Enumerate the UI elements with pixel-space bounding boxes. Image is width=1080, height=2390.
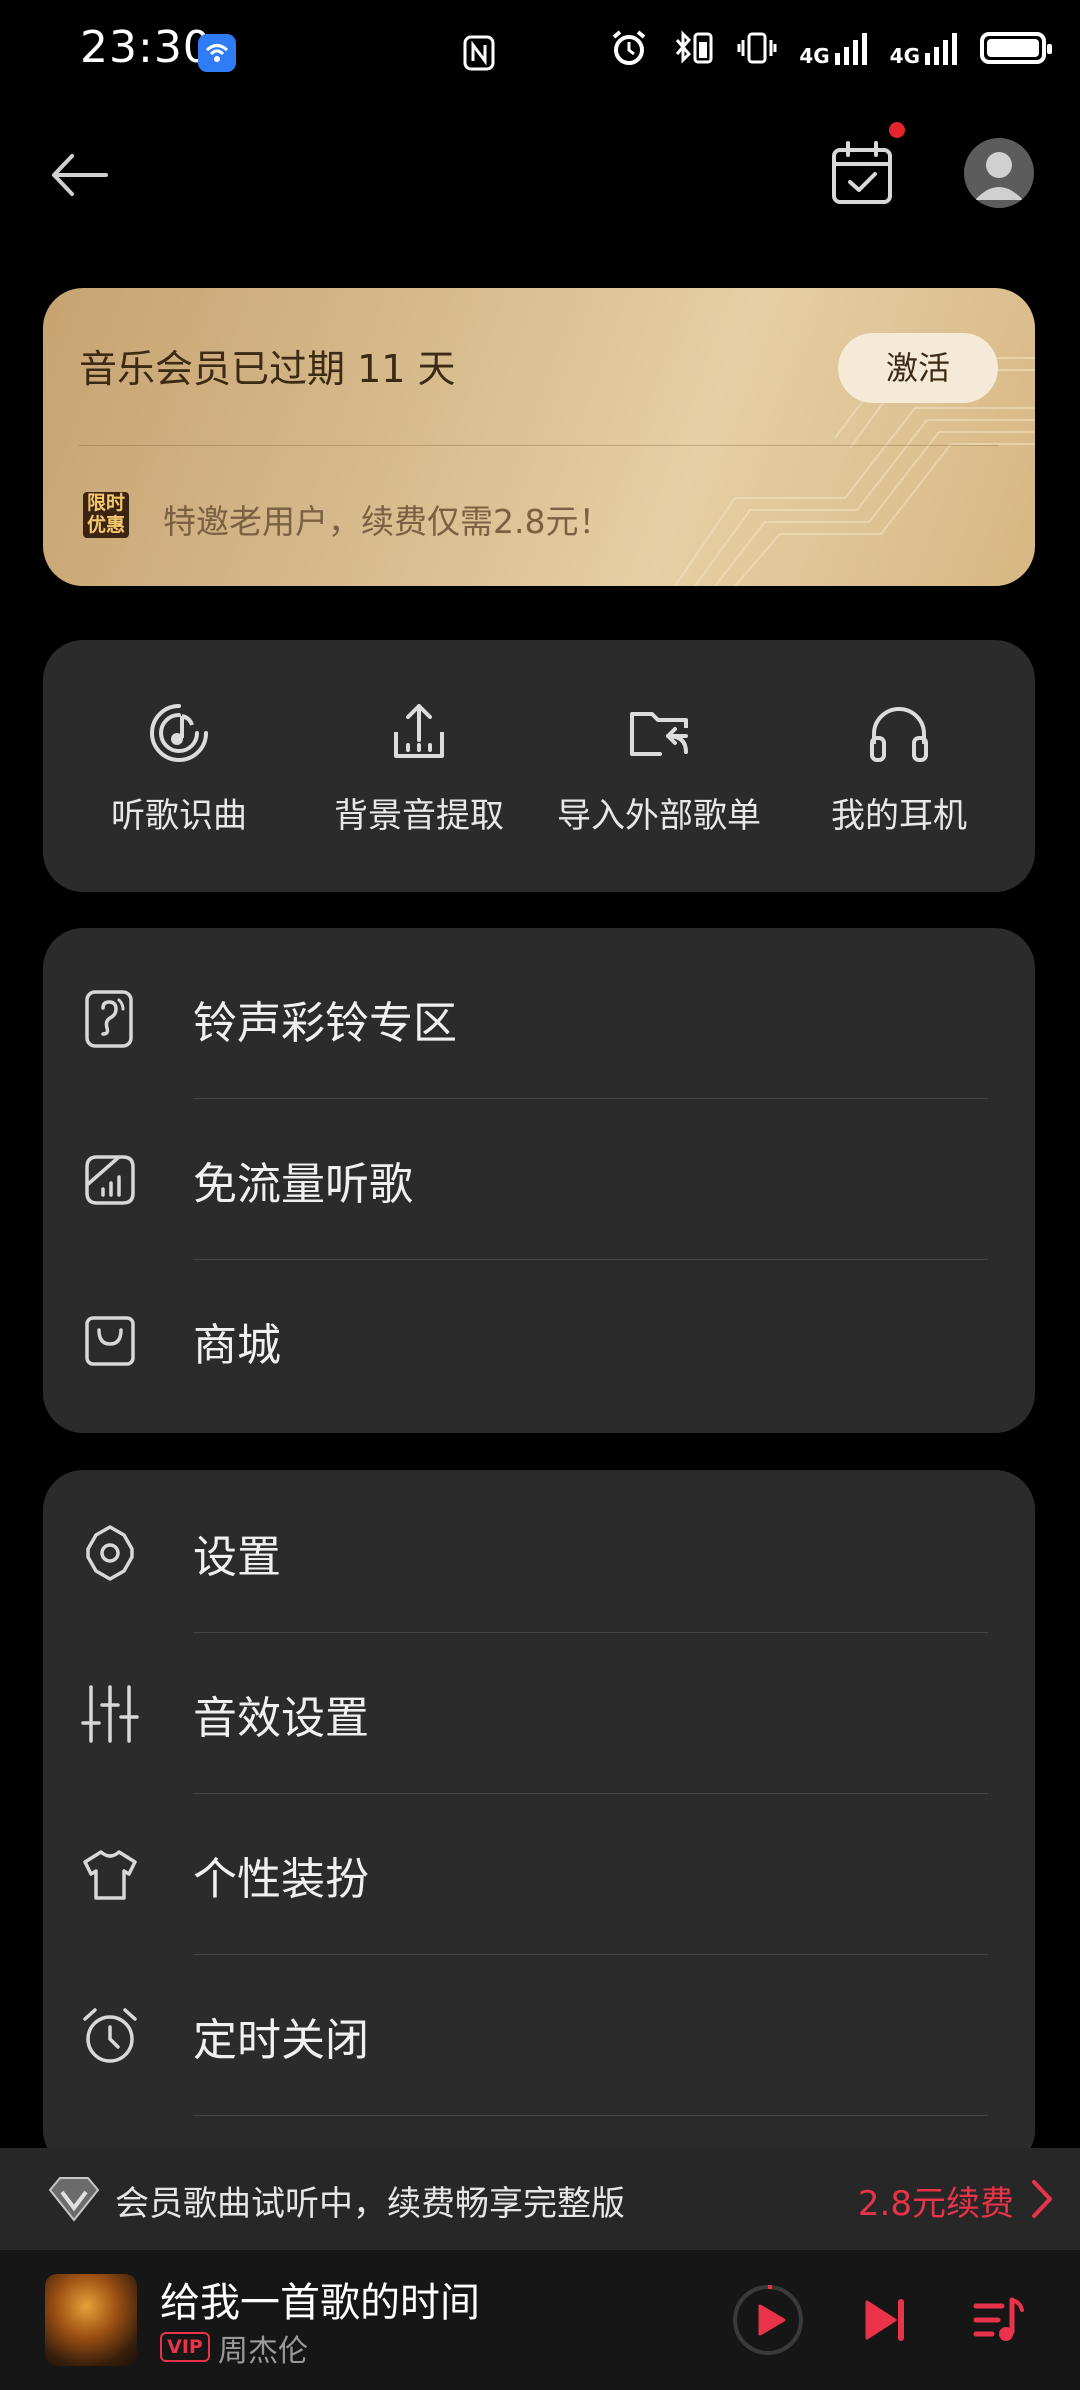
bluetooth-icon	[676, 30, 713, 64]
wifi-hotspot-icon	[198, 34, 236, 72]
folder-import-icon	[630, 712, 688, 756]
tshirt-icon	[83, 1849, 137, 1900]
vip-badge: VIP	[160, 2332, 210, 2362]
limited-offer-badge: 限时 优惠	[83, 492, 129, 538]
user-icon	[975, 152, 1023, 200]
data-free-icon	[85, 1154, 135, 1205]
member-card[interactable]: 音乐会员已过期 11 天 激活 限时 优惠 特邀老用户，续费仅需2.8元！	[43, 288, 1035, 586]
mini-player[interactable]: 给我一首歌的时间 VIP 周杰伦	[0, 2250, 1080, 2390]
menu-card-services: 铃声彩铃专区 免流量听歌 商城	[43, 928, 1035, 1433]
back-arrow-icon[interactable]	[44, 140, 114, 210]
activate-button[interactable]: 激活	[838, 333, 998, 403]
tool-label: 导入外部歌单	[557, 796, 761, 836]
badge-line: 限时	[86, 492, 125, 514]
avatar[interactable]	[964, 138, 1034, 208]
artist-name: 周杰伦	[218, 2334, 308, 2369]
play-button[interactable]	[728, 2280, 808, 2360]
quick-tools: 听歌识曲 背景音提取 导入外部歌单 我的耳机	[43, 640, 1035, 892]
notification-dot	[889, 122, 905, 138]
badge-line: 优惠	[86, 514, 125, 536]
renew-link[interactable]: 2.8元续费	[858, 2176, 1014, 2225]
battery-icon	[980, 32, 1052, 64]
tool-label: 我的耳机	[831, 796, 967, 836]
equalizer-icon	[81, 1684, 139, 1743]
vibrate-icon	[737, 32, 777, 64]
song-title: 给我一首歌的时间	[160, 2280, 480, 2326]
status-bar: 23:30 4G 4G	[0, 0, 1080, 105]
menu-label: 音效设置	[193, 1692, 369, 1744]
album-cover[interactable]	[45, 2274, 137, 2366]
tool-label: 听歌识曲	[111, 796, 247, 836]
signal-2-icon: 4G	[889, 31, 958, 68]
menu-item-sound-effects[interactable]: 音效设置	[43, 1633, 1035, 1794]
nfc-icon	[463, 35, 495, 71]
menu-item-themes[interactable]: 个性装扮	[43, 1794, 1035, 1955]
tool-music-recognition[interactable]: 听歌识曲	[59, 698, 299, 837]
card-decoration	[674, 357, 1035, 586]
ringtone-icon	[85, 989, 133, 1048]
alarm-clock-icon	[83, 2007, 137, 2063]
shopping-bag-icon	[85, 1315, 135, 1366]
chevron-right-icon	[1032, 2180, 1052, 2218]
menu-label: 免流量听歌	[193, 1158, 413, 1210]
network-type: 4G	[889, 44, 920, 68]
calendar-checkin-icon[interactable]	[826, 138, 898, 210]
menu-item-data-free[interactable]: 免流量听歌	[43, 1099, 1035, 1260]
menu-label: 个性装扮	[193, 1853, 369, 1905]
offer-text: 特邀老用户，续费仅需2.8元！	[163, 502, 612, 541]
vip-preview-text: 会员歌曲试听中，续费畅享完整版	[115, 2184, 625, 2224]
divider	[79, 445, 999, 446]
menu-card-settings: 设置 音效设置 个性装扮 定时关闭	[43, 1470, 1035, 2170]
playlist-button[interactable]	[958, 2280, 1038, 2360]
vip-diamond-icon	[48, 2177, 100, 2222]
status-time: 23:30	[80, 22, 212, 73]
menu-item-mall[interactable]: 商城	[43, 1260, 1035, 1421]
menu-label: 商城	[193, 1319, 281, 1371]
menu-label: 定时关闭	[193, 2014, 369, 2066]
headphones-icon	[870, 707, 928, 762]
network-type: 4G	[799, 44, 830, 68]
menu-label: 铃声彩铃专区	[193, 997, 457, 1049]
vip-preview-banner[interactable]: 会员歌曲试听中，续费畅享完整版 2.8元续费	[0, 2148, 1080, 2250]
signal-1-icon: 4G	[799, 31, 867, 68]
membership-status: 音乐会员已过期 11 天	[79, 347, 456, 391]
menu-item-sleep-timer[interactable]: 定时关闭	[43, 1955, 1035, 2116]
divider	[193, 2115, 988, 2116]
menu-item-settings[interactable]: 设置	[43, 1472, 1035, 1633]
music-recognition-icon	[150, 704, 208, 762]
menu-label: 设置	[193, 1531, 281, 1583]
tool-label: 背景音提取	[334, 796, 504, 836]
upload-extract-icon	[394, 704, 444, 758]
tool-background-extract[interactable]: 背景音提取	[299, 698, 539, 837]
menu-item-ringtone[interactable]: 铃声彩铃专区	[43, 938, 1035, 1099]
alarm-icon	[613, 30, 646, 65]
tool-my-headphones[interactable]: 我的耳机	[779, 698, 1019, 837]
tool-import-playlist[interactable]: 导入外部歌单	[539, 698, 779, 837]
gear-icon	[86, 1524, 134, 1581]
next-track-button[interactable]	[845, 2280, 925, 2360]
